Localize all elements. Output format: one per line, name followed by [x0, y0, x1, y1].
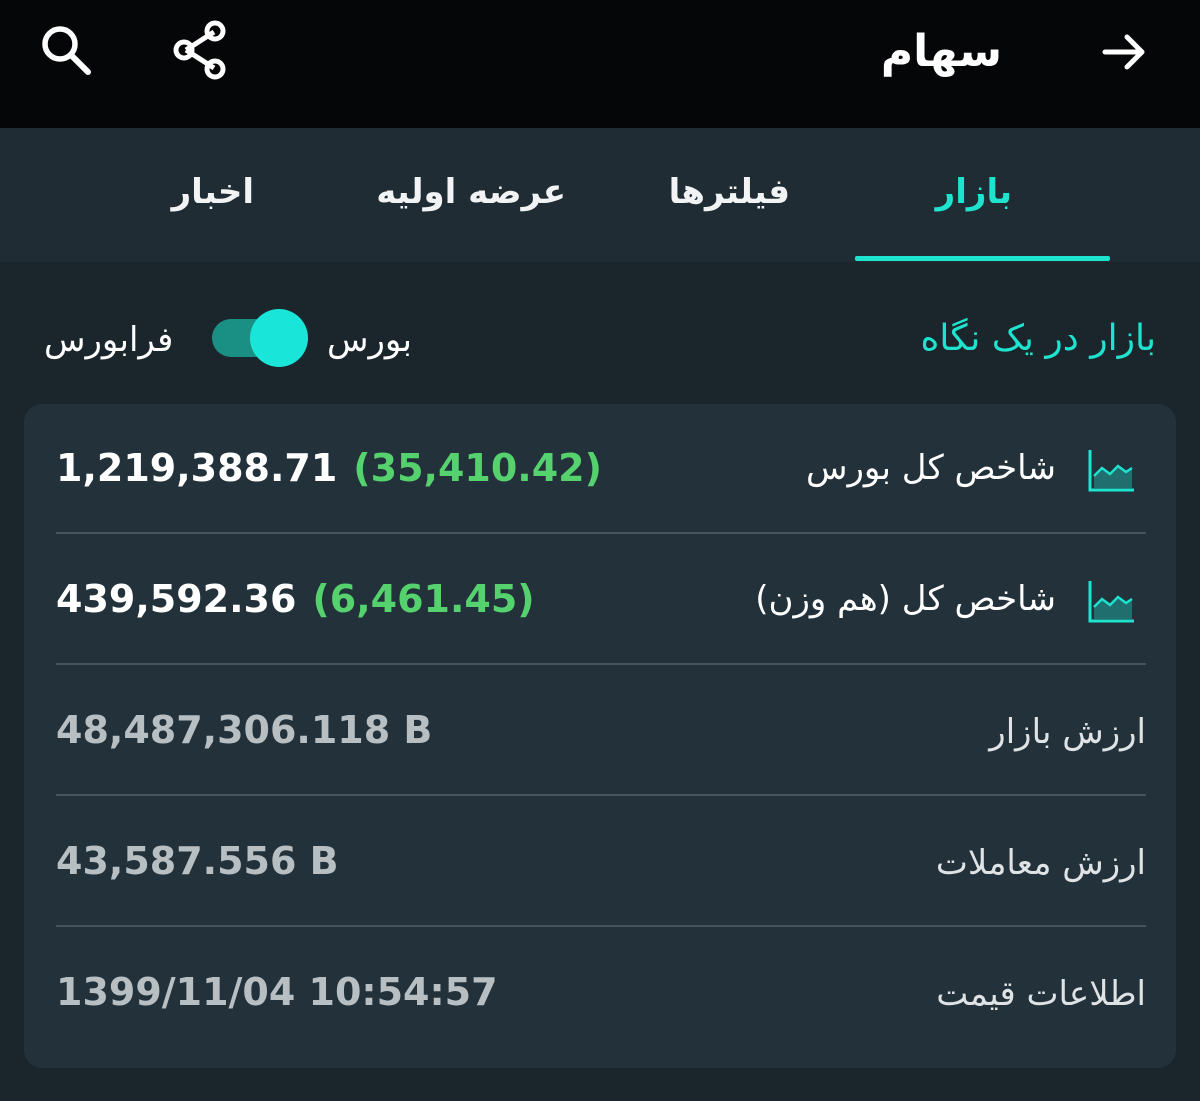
- index-number: 439,592.36: [56, 577, 297, 621]
- stat-row-trade-value: ارزش معاملات 43,587.556 B: [56, 797, 1146, 927]
- section-title: بازار در یک نگاه: [920, 318, 1156, 359]
- page-title: سهام: [880, 26, 1002, 77]
- stat-value: 43,587.556 B: [56, 839, 339, 883]
- line-chart-icon: [1088, 450, 1134, 492]
- index-label: شاخص کل (هم وزن): [755, 579, 1056, 619]
- share-icon: [173, 20, 226, 80]
- app-top-bar: سهام: [0, 0, 1200, 128]
- index-change: (6,461.45): [312, 577, 535, 621]
- stat-row-price-info: اطلاعات قیمت 1399/11/04 10:54:57: [56, 928, 1146, 1058]
- index-change: (35,410.42): [353, 446, 602, 490]
- stat-label: ارزش بازار: [989, 712, 1146, 752]
- index-label: شاخص کل بورس: [805, 448, 1056, 488]
- stat-value: 48,487,306.118 B: [56, 708, 433, 752]
- active-tab-indicator: [855, 256, 1110, 261]
- stat-row-market-value: ارزش بازار 48,487,306.118 B: [56, 666, 1146, 796]
- share-button[interactable]: [168, 18, 232, 82]
- stat-label: ارزش معاملات: [935, 843, 1146, 883]
- line-chart-icon: [1088, 581, 1134, 623]
- stat-label: اطلاعات قیمت: [936, 974, 1146, 1014]
- index-value: 439,592.36 (6,461.45): [56, 577, 535, 621]
- market-toggle-switch[interactable]: [212, 309, 308, 367]
- arrow-right-icon: [1102, 34, 1145, 70]
- toggle-label-farabourse[interactable]: فرابورس: [44, 320, 173, 360]
- toggle-label-bourse[interactable]: بورس: [327, 320, 412, 360]
- search-button[interactable]: [34, 18, 98, 82]
- tab-market[interactable]: بازار: [936, 172, 1012, 212]
- back-button[interactable]: [1092, 20, 1156, 84]
- stat-value: 1399/11/04 10:54:57: [56, 970, 498, 1014]
- tab-filters[interactable]: فیلترها: [669, 172, 790, 212]
- tab-bar: بازار فیلترها عرضه اولیه اخبار: [0, 128, 1200, 262]
- index-number: 1,219,388.71: [56, 446, 338, 490]
- index-row-equal-weight[interactable]: شاخص کل (هم وزن) 439,592.36 (6,461.45): [56, 535, 1146, 665]
- search-icon: [42, 26, 91, 75]
- market-summary-card: شاخص کل بورس 1,219,388.71 (35,410.42) شاخ…: [24, 404, 1176, 1068]
- index-row-total[interactable]: شاخص کل بورس 1,219,388.71 (35,410.42): [56, 404, 1146, 534]
- toggle-knob: [250, 309, 308, 367]
- tab-ipo[interactable]: عرضه اولیه: [376, 172, 566, 212]
- tab-news[interactable]: اخبار: [172, 172, 254, 212]
- index-value: 1,219,388.71 (35,410.42): [56, 446, 602, 490]
